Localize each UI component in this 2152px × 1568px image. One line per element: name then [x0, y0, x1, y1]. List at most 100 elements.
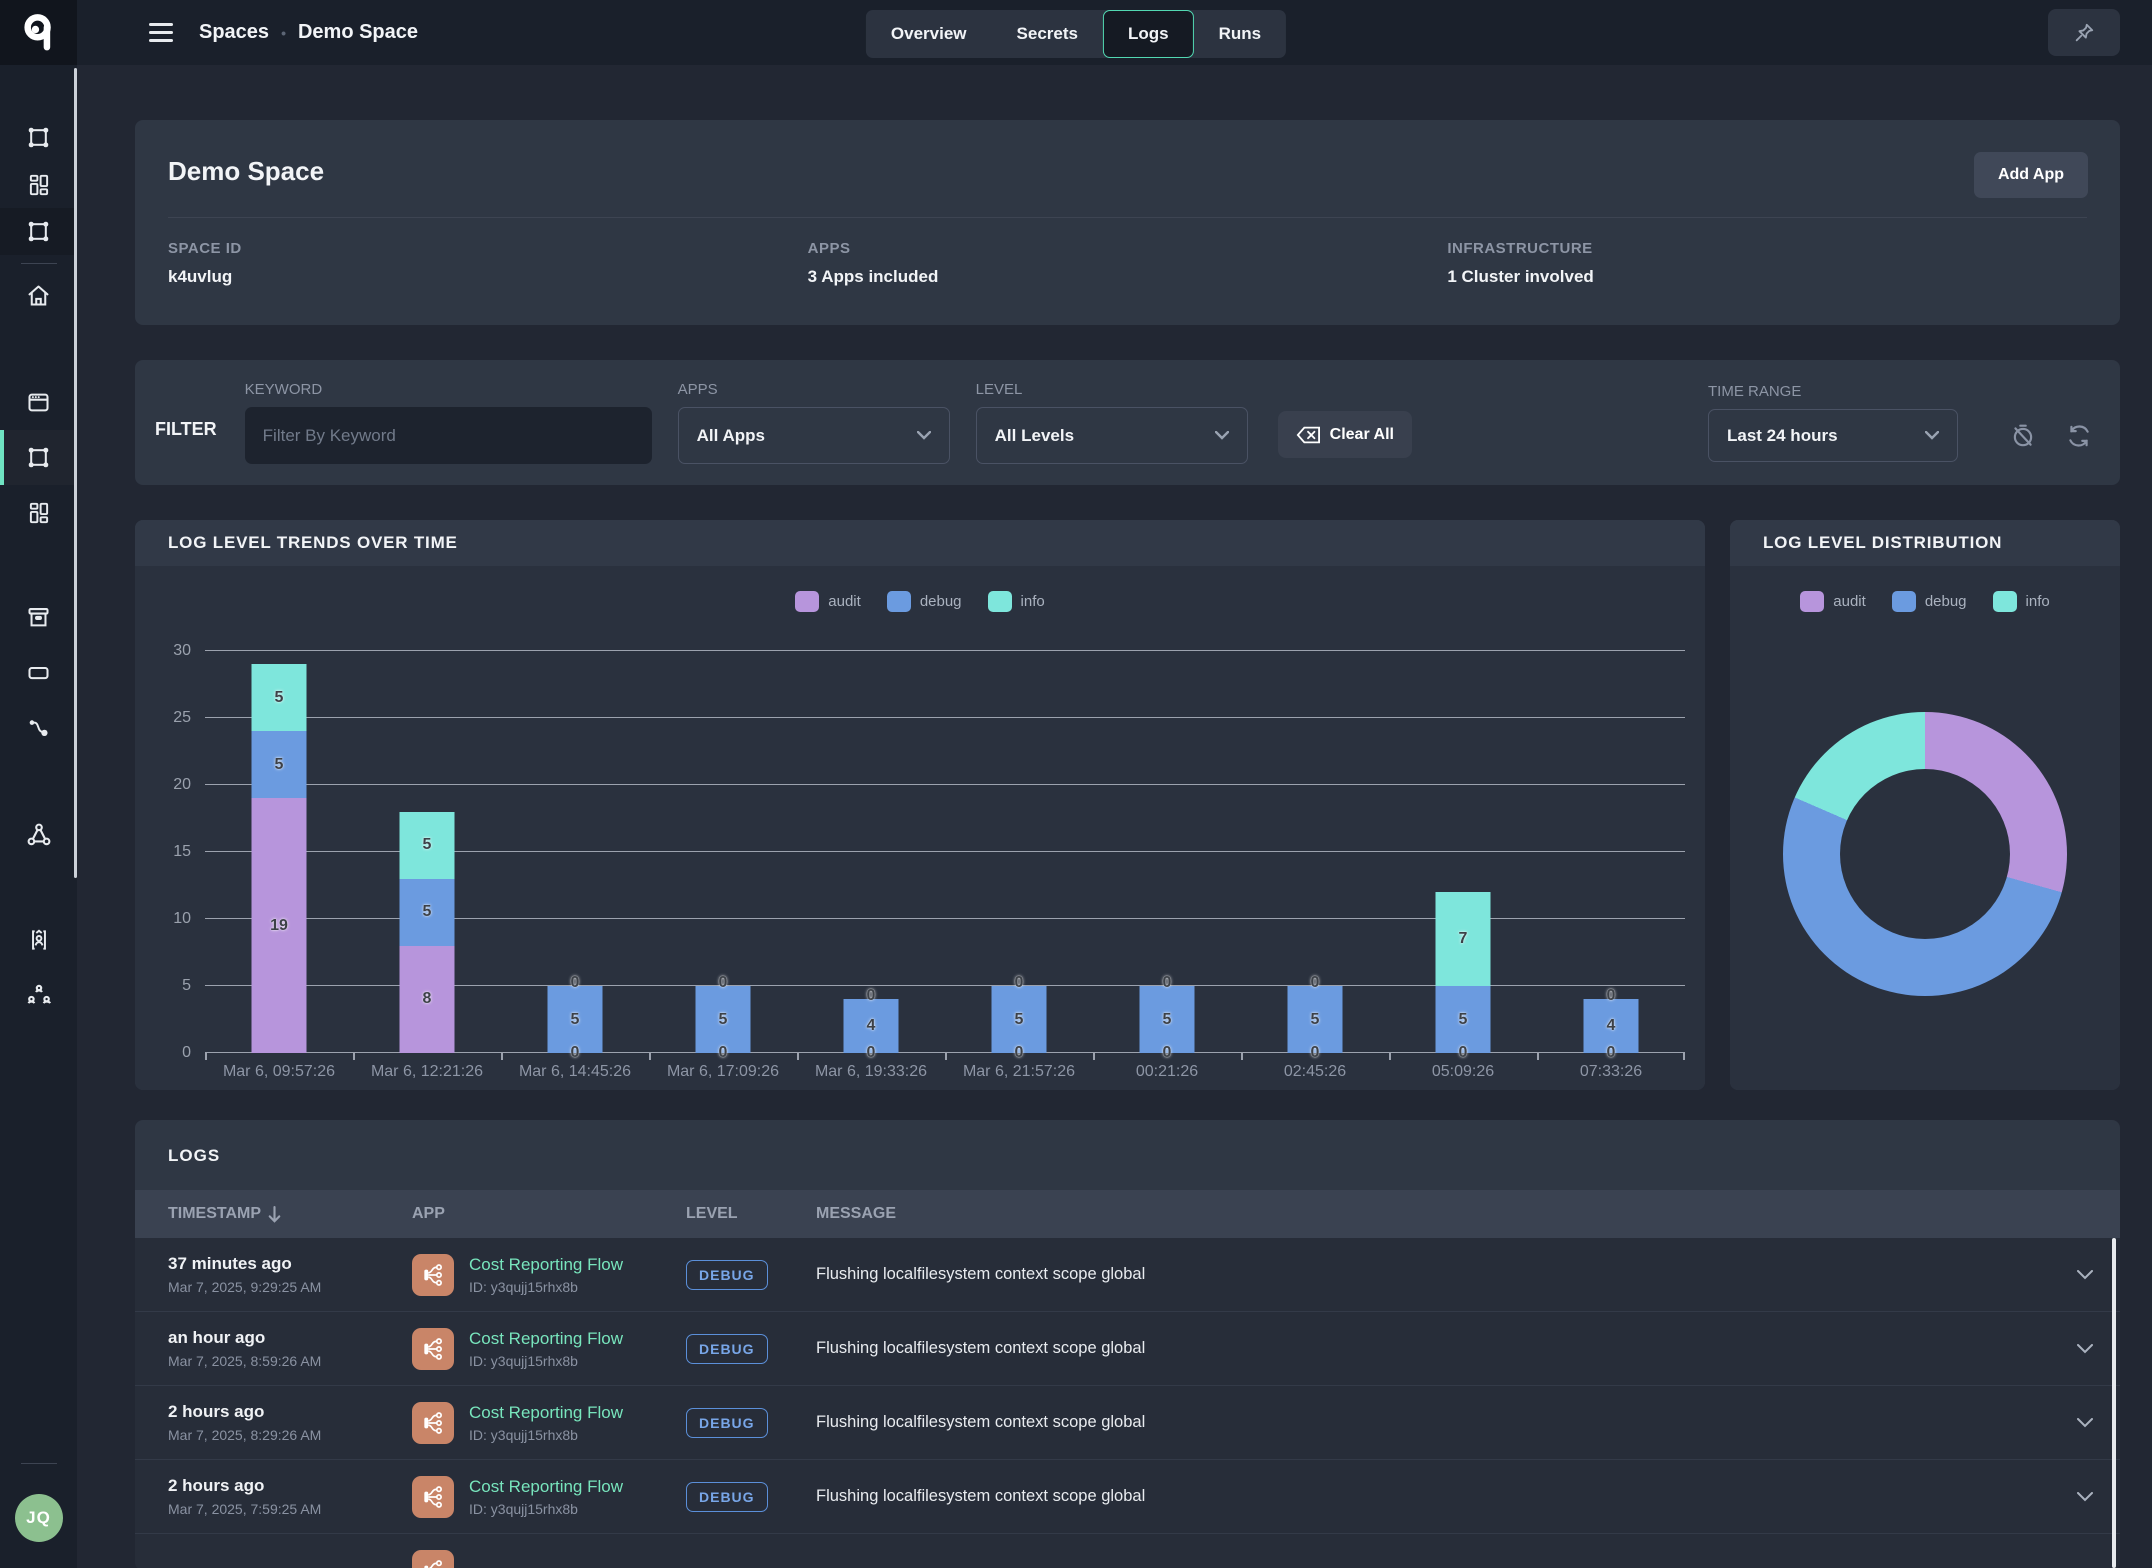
chevron-down-icon [1925, 431, 1939, 440]
timestamp: Mar 7, 2025, 9:29:25 AM [168, 1279, 412, 1295]
clear-all-button[interactable]: Clear All [1278, 411, 1412, 458]
bar-zero-label: 0 [867, 1044, 876, 1062]
x-axis-tick [649, 1053, 651, 1060]
bar-value-label: 5 [275, 756, 284, 774]
level-select[interactable]: All Levels [976, 407, 1248, 464]
x-axis-label: Mar 6, 21:57:26 [945, 1063, 1093, 1081]
log-row[interactable]: 2 hours agoMar 7, 2025, 8:29:26 AMCost R… [135, 1386, 2120, 1460]
add-app-button[interactable]: Add App [1974, 152, 2088, 198]
column-header-message[interactable]: MESSAGE [816, 1205, 2050, 1223]
sidebar-item-browser-icon[interactable] [0, 375, 77, 430]
sidebar-scrollbar[interactable] [74, 68, 77, 878]
tab-overview[interactable]: Overview [866, 10, 992, 58]
bar-zero-label: 0 [571, 974, 580, 992]
bar-zero-label: 0 [719, 974, 728, 992]
expand-chevron-icon[interactable] [2077, 1418, 2093, 1428]
infrastructure-field: INFRASTRUCTURE 1 Cluster involved [1447, 240, 2087, 287]
sort-arrow-icon[interactable] [267, 1206, 282, 1223]
legend-swatch [1800, 591, 1824, 612]
refresh-button[interactable] [2062, 419, 2096, 453]
app-name-link[interactable]: Cost Reporting Flow [469, 1329, 623, 1349]
x-axis-label: Mar 6, 17:09:26 [649, 1063, 797, 1081]
bar-columns: 1955855050050040050050050057040 [205, 651, 1685, 1053]
column-header-timestamp[interactable]: TIMESTAMP [168, 1205, 412, 1223]
legend-item-audit: audit [1800, 591, 1866, 612]
x-axis-tick [1241, 1053, 1243, 1060]
expand-chevron-icon[interactable] [2077, 1344, 2093, 1354]
legend-swatch [988, 591, 1012, 612]
keyword-input[interactable] [245, 407, 652, 464]
time-range-select[interactable]: Last 24 hours [1708, 409, 1958, 462]
sidebar-item-archive-icon[interactable] [0, 590, 77, 645]
logs-title: LOGS [135, 1120, 2120, 1190]
rectangle-icon [25, 659, 52, 686]
tab-logs[interactable]: Logs [1103, 10, 1194, 58]
log-row[interactable]: an hour agoMar 7, 2025, 8:59:26 AMCost R… [135, 1312, 2120, 1386]
breadcrumb-separator: • [281, 25, 286, 41]
legend-item-info: info [1993, 591, 2050, 612]
sidebar-item-route-icon[interactable] [0, 700, 77, 755]
bar-zero-label: 0 [1163, 974, 1172, 992]
sidebar-item-users-icon[interactable] [0, 967, 77, 1022]
bar-column: 050 [1093, 651, 1241, 1053]
archive-icon [25, 604, 52, 631]
y-axis-tick: 10 [173, 910, 191, 928]
id-badge-icon [26, 927, 52, 953]
user-avatar[interactable]: JQ [15, 1494, 63, 1542]
timestamp: Mar 7, 2025, 7:59:25 AM [168, 1501, 412, 1517]
stacked-bar-chart: 0510152025301955855050050040050050050057… [205, 651, 1685, 1053]
legend-swatch [1993, 591, 2017, 612]
app-name-link[interactable]: Cost Reporting Flow [469, 1403, 623, 1423]
logs-scrollbar[interactable] [2112, 1238, 2116, 1568]
sidebar-item-home-icon[interactable] [0, 272, 77, 319]
column-header-label: APP [412, 1205, 445, 1223]
sidebar-item-frame-icon[interactable] [0, 208, 77, 255]
clear-all-label: Clear All [1330, 426, 1394, 444]
pin-button[interactable] [2048, 9, 2120, 56]
app-name-link[interactable]: Cost Reporting Flow [469, 1255, 623, 1275]
y-axis-tick: 20 [173, 776, 191, 794]
app-id: ID: y3qujj15rhx8b [469, 1279, 623, 1295]
column-header-level[interactable]: LEVEL [686, 1205, 816, 1223]
sidebar-item-blocks-icon[interactable] [0, 485, 77, 540]
distribution-chart-title: LOG LEVEL DISTRIBUTION [1730, 520, 2120, 566]
app-name-link[interactable]: Cost Reporting Flow [469, 1477, 623, 1497]
legend-item-debug: debug [1892, 591, 1967, 612]
tab-runs[interactable]: Runs [1194, 10, 1287, 58]
legend-item-debug: debug [887, 591, 962, 612]
log-row-partial[interactable] [135, 1534, 2120, 1568]
breadcrumb-spaces[interactable]: Spaces [199, 21, 269, 44]
sidebar-item-rectangle-icon[interactable] [0, 645, 77, 700]
column-header-label: TIMESTAMP [168, 1205, 261, 1223]
log-row[interactable]: 37 minutes agoMar 7, 2025, 9:29:25 AMCos… [135, 1238, 2120, 1312]
timer-off-button[interactable] [2006, 419, 2040, 453]
breadcrumb-current: Demo Space [298, 21, 418, 44]
space-id-field: SPACE ID k4uvlug [168, 240, 808, 287]
bar-value-label: 4 [1607, 1017, 1616, 1035]
frame-icon [25, 124, 52, 151]
column-header-app[interactable]: APP [412, 1205, 686, 1223]
bar-zero-label: 0 [1015, 974, 1024, 992]
log-message: Flushing localfilesystem context scope g… [816, 1413, 2050, 1432]
menu-toggle-icon[interactable] [149, 23, 173, 42]
log-row[interactable]: 2 hours agoMar 7, 2025, 7:59:25 AMCost R… [135, 1460, 2120, 1534]
sidebar-item-blocks-icon[interactable] [0, 161, 77, 208]
expand-chevron-icon[interactable] [2077, 1492, 2093, 1502]
app-logo[interactable] [0, 0, 77, 65]
level-cell: DEBUG [686, 1334, 816, 1364]
filter-bar: FILTER KEYWORD APPS All Apps LEVEL All L… [135, 360, 2120, 485]
sidebar-item-id-badge-icon[interactable] [0, 912, 77, 967]
tab-secrets[interactable]: Secrets [992, 10, 1103, 58]
x-axis-tick [1389, 1053, 1391, 1060]
route-icon [26, 715, 52, 741]
log-message: Flushing localfilesystem context scope g… [816, 1487, 2050, 1506]
legend-item-audit: audit [795, 591, 861, 612]
sidebar-item-share-nodes-icon[interactable] [0, 807, 77, 862]
x-axis-tick [501, 1053, 503, 1060]
sidebar-item-frame-icon[interactable] [0, 430, 77, 485]
expand-chevron-icon[interactable] [2077, 1270, 2093, 1280]
sidebar-item-frame-icon[interactable] [0, 114, 77, 161]
apps-select[interactable]: All Apps [678, 407, 950, 464]
bar-value-label: 8 [423, 990, 432, 1008]
frame-icon [25, 444, 52, 471]
